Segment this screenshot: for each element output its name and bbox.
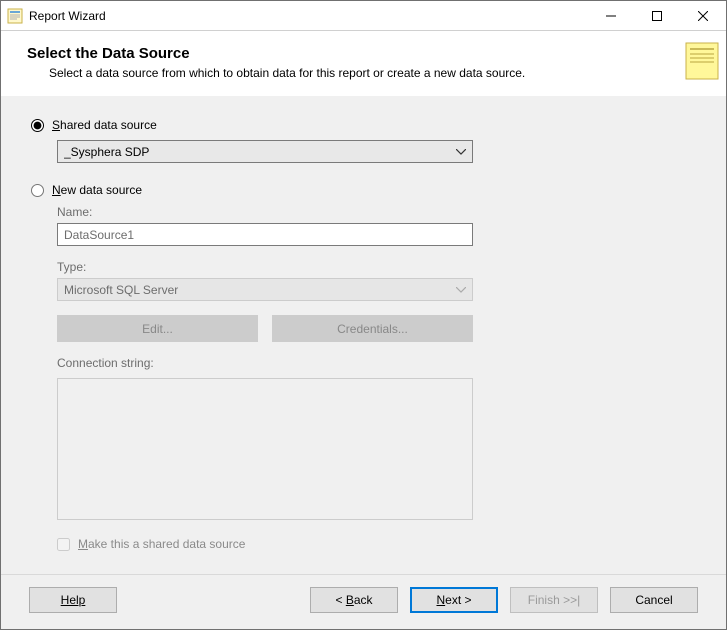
report-wizard-window: Report Wizard Select the Data Source Sel… bbox=[0, 0, 727, 630]
back-prefix: < bbox=[335, 593, 345, 607]
edit-button: Edit... bbox=[57, 315, 258, 342]
credentials-button: Credentials... bbox=[272, 315, 473, 342]
titlebar: Report Wizard bbox=[1, 1, 726, 31]
help-button[interactable]: Help bbox=[29, 587, 117, 613]
banner-heading: Select the Data Source bbox=[27, 45, 525, 62]
type-select-value: Microsoft SQL Server bbox=[64, 283, 178, 297]
banner: Select the Data Source Select a data sou… bbox=[1, 31, 726, 96]
new-data-source-radio[interactable] bbox=[31, 184, 44, 197]
close-button[interactable] bbox=[680, 1, 726, 30]
banner-subtext: Select a data source from which to obtai… bbox=[49, 66, 525, 80]
name-input bbox=[57, 223, 473, 246]
new-radio-row: New data source bbox=[31, 183, 696, 197]
make-shared-checkbox bbox=[57, 538, 70, 551]
connection-string-label: Connection string: bbox=[57, 356, 696, 370]
make-shared-label: Make this a shared data source bbox=[78, 537, 245, 551]
back-button[interactable]: < Back bbox=[310, 587, 398, 613]
next-button[interactable]: Next > bbox=[410, 587, 498, 613]
window-controls bbox=[588, 1, 726, 30]
new-data-source-label: New data source bbox=[52, 183, 142, 197]
maximize-button[interactable] bbox=[634, 1, 680, 30]
shared-data-source-radio[interactable] bbox=[31, 119, 44, 132]
minimize-button[interactable] bbox=[588, 1, 634, 30]
wizard-body: Shared data source _Sysphera SDP New dat… bbox=[1, 96, 726, 574]
shared-select-wrap: _Sysphera SDP bbox=[57, 140, 473, 163]
name-label: Name: bbox=[57, 205, 696, 219]
type-label: Type: bbox=[57, 260, 696, 274]
make-shared-row: Make this a shared data source bbox=[57, 537, 696, 551]
connection-string-textarea bbox=[57, 378, 473, 520]
type-select: Microsoft SQL Server bbox=[57, 278, 473, 301]
shared-data-source-select[interactable]: _Sysphera SDP bbox=[57, 140, 473, 163]
report-icon bbox=[682, 39, 724, 81]
shared-radio-row: Shared data source bbox=[31, 118, 696, 132]
finish-button: Finish >>| bbox=[510, 587, 598, 613]
footer: Help < Back Next > Finish >>| Cancel bbox=[1, 574, 726, 629]
app-icon bbox=[7, 8, 23, 24]
cancel-button[interactable]: Cancel bbox=[610, 587, 698, 613]
shared-data-source-label: Shared data source bbox=[52, 118, 157, 132]
new-source-group: Name: Type: Microsoft SQL Server Edit...… bbox=[57, 205, 696, 551]
edit-credentials-row: Edit... Credentials... bbox=[57, 315, 696, 342]
window-title: Report Wizard bbox=[29, 9, 588, 23]
banner-text: Select the Data Source Select a data sou… bbox=[27, 45, 525, 80]
